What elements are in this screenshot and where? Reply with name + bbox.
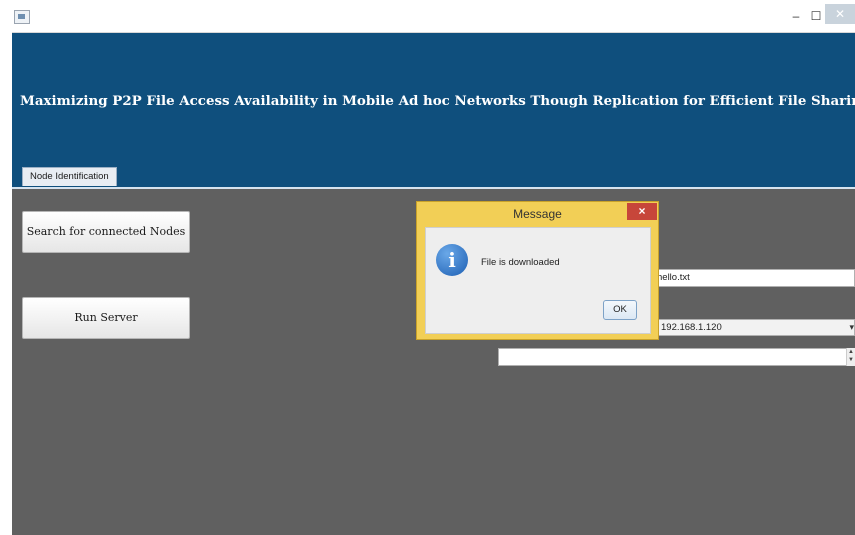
dialog-body: i File is downloaded OK	[425, 227, 651, 334]
search-nodes-button[interactable]: Search for connected Nodes	[22, 211, 190, 253]
file-name-field[interactable]: hello.txt	[653, 269, 855, 287]
message-dialog: Message × i File is downloaded OK	[416, 201, 659, 340]
dialog-message: File is downloaded	[481, 257, 560, 268]
ip-address-value: 192.168.1.120	[661, 322, 722, 333]
tab-node-identification[interactable]: Node Identification	[22, 167, 117, 186]
dialog-title: Message	[513, 207, 562, 221]
spinner-arrows-icon[interactable]: ▲ ▼	[846, 348, 855, 366]
dropdown-arrow-icon[interactable]: ▾	[844, 320, 854, 335]
run-server-button[interactable]: Run Server	[22, 297, 190, 339]
tab-separator	[12, 187, 855, 189]
close-window-button[interactable]: ✕	[825, 4, 855, 24]
minimize-button[interactable]: –	[788, 9, 804, 23]
title-bar: – ☐ ✕	[12, 4, 855, 33]
info-icon: i	[436, 244, 468, 276]
ip-address-select[interactable]: 192.168.1.120 ▾	[657, 319, 855, 336]
maximize-button[interactable]: ☐	[808, 9, 824, 23]
dialog-close-button[interactable]: ×	[627, 203, 657, 220]
ok-button[interactable]: OK	[603, 300, 637, 320]
page-title: Maximizing P2P File Access Availability …	[20, 93, 855, 109]
java-app-icon	[14, 10, 30, 24]
text-field[interactable]	[498, 348, 855, 366]
header-banner: Maximizing P2P File Access Availability …	[12, 33, 855, 187]
